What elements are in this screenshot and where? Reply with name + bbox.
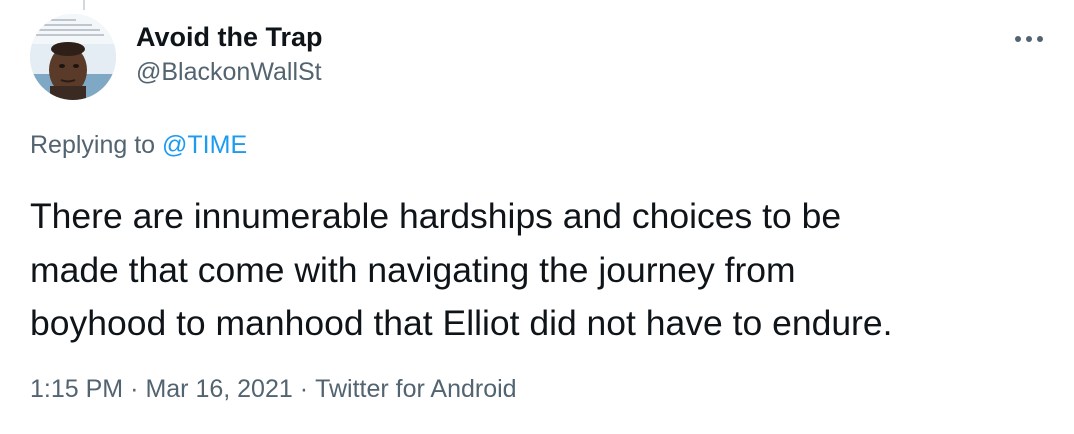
thread-connector-line xyxy=(83,0,85,10)
tweet-text: There are innumerable hardships and choi… xyxy=(30,190,1040,351)
profile-photo-icon xyxy=(30,14,116,100)
tweet-text-line: boyhood to manhood that Elliot did not h… xyxy=(30,303,893,343)
more-options-button[interactable] xyxy=(1006,22,1052,56)
tweet-metadata: 1:15 PM · Mar 16, 2021 · Twitter for Android xyxy=(30,372,517,406)
tweet-text-line: made that come with navigating the journ… xyxy=(30,249,796,290)
meta-separator: · xyxy=(299,375,309,403)
reply-context: Replying to @TIME xyxy=(30,128,247,162)
author-display-name[interactable]: Avoid the Trap xyxy=(136,20,323,54)
tweet-date[interactable]: Mar 16, 2021 xyxy=(145,375,292,403)
tweet-text-line: There are innumerable hardships and choi… xyxy=(30,196,842,236)
avatar[interactable] xyxy=(30,14,116,100)
tweet-time[interactable]: 1:15 PM xyxy=(30,375,123,403)
author-handle[interactable]: @BlackonWallSt xyxy=(136,56,322,88)
reply-prefix: Replying to xyxy=(30,131,156,159)
meta-separator: · xyxy=(130,375,139,403)
reply-mention-link[interactable]: @TIME xyxy=(162,131,247,159)
more-dots-icon xyxy=(1015,36,1043,42)
tweet-source[interactable]: Twitter for Android xyxy=(315,375,516,403)
